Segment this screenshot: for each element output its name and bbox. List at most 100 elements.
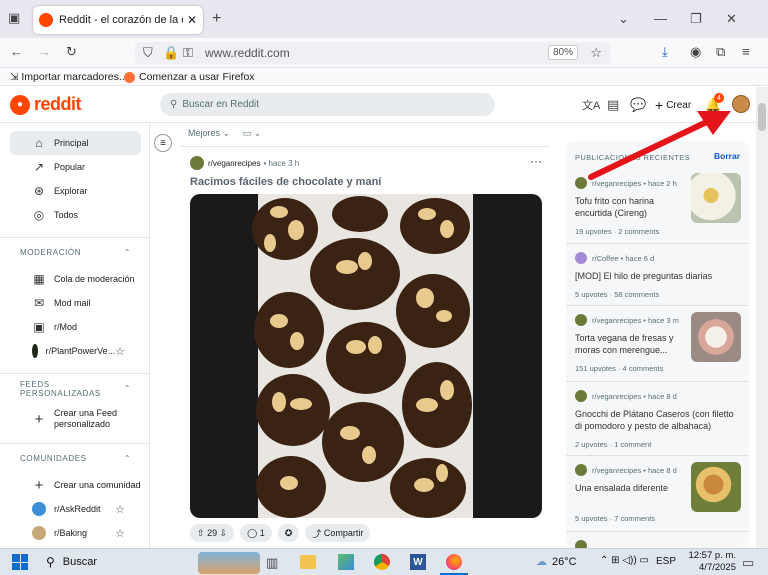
recent-sub: r/veganrecipes xyxy=(592,315,642,325)
recent-post-item[interactable] xyxy=(566,531,749,548)
menu-icon[interactable]: ≡ xyxy=(742,44,750,59)
firefox-taskbar-icon[interactable] xyxy=(446,554,462,570)
create-community-button[interactable]: + Crear una comunidad xyxy=(10,473,141,497)
notifications-icon[interactable]: ▭ xyxy=(742,555,754,571)
sidebar-item-explorar[interactable]: ⊛ Explorar xyxy=(10,179,141,203)
weather-widget[interactable]: ☁ 26°C xyxy=(536,555,577,569)
share-button[interactable]: ⤴ Compartir xyxy=(305,524,371,542)
downloads-icon[interactable]: ⤓ xyxy=(662,44,668,60)
bookmark-firefox-label: Comenzar a usar Firefox xyxy=(139,71,255,83)
recent-sub: r/veganrecipes xyxy=(592,465,642,475)
reload-icon[interactable]: ↻ xyxy=(66,44,77,60)
language-indicator[interactable]: ESP xyxy=(656,556,676,567)
recent-post-item[interactable]: r/veganrecipes • hace 8 d Gnocchi de Plá… xyxy=(566,381,749,453)
feed-post[interactable]: r/veganrecipes • hace 3 h ··· Racimos fá… xyxy=(180,148,550,548)
more-options-icon[interactable]: ··· xyxy=(530,154,542,168)
award-button[interactable]: ✪ xyxy=(277,524,300,542)
post-image[interactable] xyxy=(190,194,542,518)
chevron-up-icon: ⌃ xyxy=(123,384,131,393)
permissions-icon[interactable]: ⚿ xyxy=(183,45,193,61)
file-explorer-icon[interactable] xyxy=(300,555,316,569)
post-title[interactable]: Racimos fáciles de chocolate y maní xyxy=(190,176,381,188)
word-icon[interactable]: W xyxy=(410,554,426,570)
peanut xyxy=(264,234,276,252)
upvote-icon[interactable]: ⇧ xyxy=(197,528,205,539)
chocolate-cluster xyxy=(254,292,324,368)
chocolate-cluster xyxy=(322,402,404,482)
recent-title: Torta vegana de fresas y moras con meren… xyxy=(575,333,674,355)
recent-post-item[interactable]: r/veganrecipes • hace 3 m Torta vegana d… xyxy=(566,305,749,379)
clock[interactable]: 12:57 p. m. 4/7/2025 xyxy=(680,550,736,574)
search-input[interactable]: ⚲ Buscar en Reddit xyxy=(160,93,495,116)
url-bar[interactable]: ⛉ 🔒 ⚿ www.reddit.com 80% ☆ xyxy=(135,42,610,64)
close-window-icon[interactable]: ✕ xyxy=(726,11,737,27)
sidebar-item-popular[interactable]: ↗ Popular xyxy=(10,155,141,179)
recent-sub: r/veganrecipes xyxy=(592,391,642,401)
tab-overflow-icon[interactable]: ⌄ xyxy=(618,11,629,27)
reddit-logo[interactable]: ● reddit xyxy=(10,94,82,115)
vote-control[interactable]: ⇧ 29 ⇩ xyxy=(190,524,235,542)
close-tab-icon[interactable]: ✕ xyxy=(187,13,197,27)
subreddit-avatar xyxy=(575,314,587,326)
shield-icon[interactable]: ⛉ xyxy=(143,45,153,61)
favorite-star-icon[interactable]: ☆ xyxy=(115,345,125,358)
sidebar-item-plantpower[interactable]: r/PlantPowerVe... ☆ xyxy=(10,339,141,363)
extensions-icon[interactable]: ⧉ xyxy=(716,44,725,60)
account-icon[interactable]: ◉ xyxy=(690,44,701,60)
zoom-level[interactable]: 80% xyxy=(547,45,578,60)
sort-dropdown[interactable]: Mejores ⌄ xyxy=(188,128,230,138)
recent-title: Una ensalada diferente xyxy=(575,483,669,493)
collapse-sidebar-button[interactable]: ≡ xyxy=(154,134,172,152)
store-icon[interactable] xyxy=(338,554,354,570)
plus-icon: + xyxy=(34,476,44,494)
communities-section-header[interactable]: COMUNIDADES ⌃ xyxy=(0,443,149,473)
bookmark-import[interactable]: ⇲ Importar marcadores... xyxy=(10,71,128,83)
nav-label: Cola de moderación xyxy=(54,274,135,284)
sidebar-item-askreddit[interactable]: r/AskReddit ☆ xyxy=(10,497,141,521)
sidebar-item-baking[interactable]: r/Baking ☆ xyxy=(10,521,141,545)
subreddit-avatar[interactable] xyxy=(190,156,204,170)
taskbar-widget-image[interactable] xyxy=(198,552,260,574)
windows-start-icon[interactable] xyxy=(12,554,28,570)
taskbar-search-label: Buscar xyxy=(62,556,98,568)
create-feed-button[interactable]: + Crear una Feed personalizado xyxy=(10,403,141,435)
sidebar-item-rmod[interactable]: ▣ r/Mod xyxy=(10,315,141,339)
browser-tab[interactable]: Reddit - el corazón de la conve ✕ xyxy=(33,6,203,34)
nav-label: r/PlantPowerVe... xyxy=(45,346,116,356)
firefox-icon xyxy=(124,71,135,83)
sidebar-item-principal[interactable]: ⌂ Principal xyxy=(10,131,141,155)
back-icon[interactable]: ← xyxy=(10,44,23,59)
post-subreddit[interactable]: r/veganrecipes xyxy=(208,159,260,168)
recent-post-item[interactable]: r/Coffee • hace 6 d [MOD] El hilo de pre… xyxy=(566,243,749,303)
feeds-section-header[interactable]: FEEDS PERSONALIZADAS ⌃ xyxy=(0,373,149,403)
tab-list-icon[interactable]: ▣ xyxy=(8,10,20,26)
chocolate-cluster xyxy=(332,196,388,232)
bookmark-star-icon[interactable]: ☆ xyxy=(590,45,602,61)
sidebar-item-modqueue[interactable]: ▦ Cola de moderación xyxy=(10,267,141,291)
recent-post-item[interactable]: r/veganrecipes • hace 8 d Una ensalada d… xyxy=(566,455,749,529)
community-avatar-icon xyxy=(32,344,38,358)
favorite-star-icon[interactable]: ☆ xyxy=(115,527,125,540)
nav-label: Crear una comunidad xyxy=(54,480,141,490)
favorite-star-icon[interactable]: ☆ xyxy=(115,503,125,516)
taskbar-search[interactable]: ⚲ Buscar xyxy=(46,555,97,569)
moderation-section-header[interactable]: MODERACIÓN ⌃ xyxy=(0,237,149,267)
tray-icons[interactable]: ⌃ ⊞ ◁)) ▭ xyxy=(600,555,649,566)
sidebar-item-modmail[interactable]: ✉ Mod mail xyxy=(10,291,141,315)
view-toggle[interactable]: ▭ ⌄ xyxy=(243,128,262,138)
minimize-icon[interactable]: — xyxy=(654,11,667,26)
maximize-icon[interactable]: ❐ xyxy=(690,11,702,27)
sidebar-item-todos[interactable]: ◎ Todos xyxy=(10,203,141,227)
forward-icon[interactable]: → xyxy=(38,44,51,59)
comments-button[interactable]: ◯ 1 xyxy=(240,524,272,542)
task-view-icon[interactable]: ▥ xyxy=(266,555,278,571)
chrome-icon[interactable] xyxy=(374,554,390,570)
scrollbar-thumb[interactable] xyxy=(758,103,766,131)
downvote-icon[interactable]: ⇩ xyxy=(220,528,228,539)
page-scrollbar[interactable] xyxy=(756,87,768,548)
queue-icon: ▦ xyxy=(33,272,45,286)
bookmark-firefox[interactable]: Comenzar a usar Firefox xyxy=(124,71,255,83)
chocolate-cluster xyxy=(396,274,470,348)
peanut xyxy=(440,220,454,238)
new-tab-icon[interactable]: + xyxy=(212,10,221,28)
